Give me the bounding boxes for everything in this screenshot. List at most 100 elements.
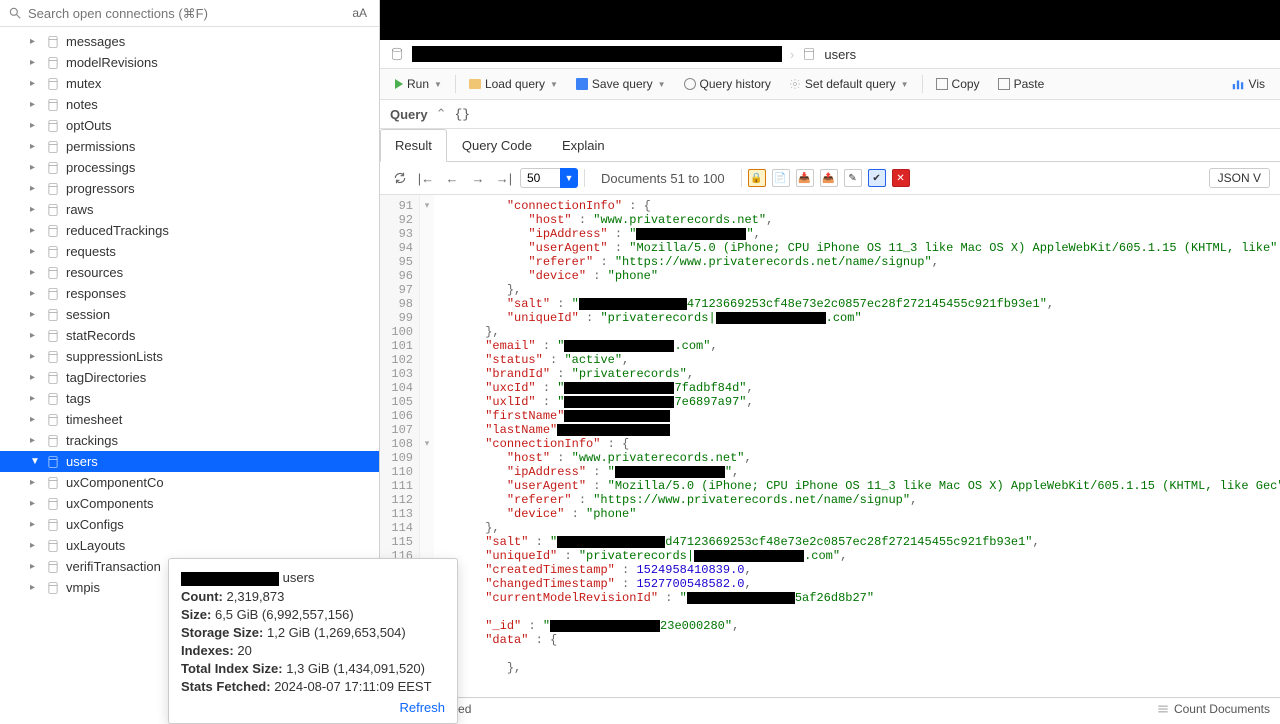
refresh-button[interactable]: [390, 168, 410, 188]
sidebar-item-session[interactable]: ▸session: [0, 304, 379, 325]
sidebar-item-responses[interactable]: ▸responses: [0, 283, 379, 304]
view-mode-button[interactable]: JSON V: [1209, 168, 1270, 188]
sidebar-item-modelRevisions[interactable]: ▸modelRevisions: [0, 52, 379, 73]
sidebar-item-label: permissions: [66, 139, 135, 154]
page-size-selector[interactable]: ▼: [520, 168, 578, 188]
lock-icon[interactable]: 🔒: [748, 169, 766, 187]
chevron-right-icon: ▸: [30, 561, 40, 572]
code-content[interactable]: "connectionInfo" : { "host" : "www.priva…: [434, 195, 1280, 697]
sidebar-item-timesheet[interactable]: ▸timesheet: [0, 409, 379, 430]
run-button[interactable]: Run▼: [388, 73, 449, 95]
sidebar-item-label: progressors: [66, 181, 135, 196]
sidebar-item-suppressionLists[interactable]: ▸suppressionLists: [0, 346, 379, 367]
prev-page-button[interactable]: ←: [442, 168, 462, 188]
paste-button[interactable]: Paste: [991, 73, 1052, 95]
sidebar-item-requests[interactable]: ▸requests: [0, 241, 379, 262]
collection-icon: [46, 560, 60, 574]
collection-icon: [46, 350, 60, 364]
sidebar-item-permissions[interactable]: ▸permissions: [0, 136, 379, 157]
sidebar-item-processings[interactable]: ▸processings: [0, 157, 379, 178]
sidebar-item-messages[interactable]: ▸messages: [0, 31, 379, 52]
history-icon: [684, 78, 696, 90]
chevron-right-icon: ▸: [30, 99, 40, 110]
chevron-right-icon: ▸: [30, 372, 40, 383]
chevron-right-icon: ▸: [30, 183, 40, 194]
load-query-button[interactable]: Load query▼: [462, 73, 565, 95]
chevron-down-icon[interactable]: ▼: [560, 168, 578, 188]
copy-icon: [936, 78, 948, 90]
sidebar-item-uxConfigs[interactable]: ▸uxConfigs: [0, 514, 379, 535]
json-editor[interactable]: 9192939495969798991001011021031041051061…: [380, 195, 1280, 697]
copy-button[interactable]: Copy: [929, 73, 987, 95]
doc-delete-icon[interactable]: ✕: [892, 169, 910, 187]
sidebar-item-reducedTrackings[interactable]: ▸reducedTrackings: [0, 220, 379, 241]
gear-icon: [789, 78, 801, 90]
text-size-icon[interactable]: aA: [348, 4, 371, 22]
chevron-up-icon[interactable]: ⌃: [436, 106, 447, 122]
sidebar-item-tags[interactable]: ▸tags: [0, 388, 379, 409]
sidebar-item-users[interactable]: ▼ users: [0, 451, 379, 472]
collection-icon: [46, 56, 60, 70]
sidebar-item-mutex[interactable]: ▸mutex: [0, 73, 379, 94]
doc-check-icon[interactable]: ✔: [868, 169, 886, 187]
sidebar-item-label: optOuts: [66, 118, 112, 133]
collection-icon: [46, 539, 60, 553]
query-body[interactable]: {}: [454, 107, 470, 122]
sidebar-item-uxComponentCo[interactable]: ▸uxComponentCo: [0, 472, 379, 493]
next-page-button[interactable]: →: [468, 168, 488, 188]
refresh-stats-link[interactable]: Refresh: [181, 700, 445, 715]
search-input[interactable]: [28, 6, 342, 21]
sidebar-item-label: reducedTrackings: [66, 223, 169, 238]
tab-query-code[interactable]: Query Code: [447, 129, 547, 161]
first-page-button[interactable]: |←: [416, 168, 436, 188]
sidebar-item-tagDirectories[interactable]: ▸tagDirectories: [0, 367, 379, 388]
sidebar-item-progressors[interactable]: ▸ progressors: [0, 178, 379, 199]
sidebar-item-label: session: [66, 307, 110, 322]
collection-icon: [46, 308, 60, 322]
sidebar-item-trackings[interactable]: ▸trackings: [0, 430, 379, 451]
last-page-button[interactable]: →|: [494, 168, 514, 188]
chevron-right-icon: ▸: [30, 540, 40, 551]
tab-result[interactable]: Result: [380, 129, 447, 162]
chevron-right-icon: ▼: [30, 456, 40, 467]
collection-icon: [46, 266, 60, 280]
chevron-right-icon: ▸: [30, 330, 40, 341]
sidebar-item-label: resources: [66, 265, 123, 280]
collection-icon: [46, 119, 60, 133]
set-default-query-button[interactable]: Set default query▼: [782, 73, 916, 95]
page-size-input[interactable]: [520, 168, 560, 188]
chevron-right-icon: ▸: [30, 393, 40, 404]
doc-export-icon[interactable]: 📤: [820, 169, 838, 187]
refresh-icon: [393, 171, 407, 185]
result-toolbar: |← ← → →| ▼ Documents 51 to 100 🔒 📄 📥 📤 …: [380, 162, 1280, 195]
chevron-right-icon: ▸: [30, 498, 40, 509]
sidebar-item-label: timesheet: [66, 412, 122, 427]
chevron-right-icon: ▸: [30, 204, 40, 215]
collection-icon: [46, 455, 60, 469]
count-documents-button[interactable]: Count Documents: [1156, 702, 1270, 716]
chevron-right-icon: ▸: [30, 477, 40, 488]
sidebar-item-uxComponents[interactable]: ▸uxComponents: [0, 493, 379, 514]
sidebar-item-statRecords[interactable]: ▸statRecords: [0, 325, 379, 346]
collection-icon: [46, 413, 60, 427]
collection-icon: [46, 497, 60, 511]
query-history-button[interactable]: Query history: [677, 73, 778, 95]
tab-explain[interactable]: Explain: [547, 129, 620, 161]
sidebar-item-label: users: [66, 454, 98, 469]
sidebar-item-raws[interactable]: ▸raws: [0, 199, 379, 220]
collection-icon: [46, 98, 60, 112]
doc-import-icon[interactable]: 📥: [796, 169, 814, 187]
sidebar-item-optOuts[interactable]: ▸ optOuts: [0, 115, 379, 136]
sidebar-item-label: responses: [66, 286, 126, 301]
query-label: Query: [390, 107, 428, 122]
sidebar-item-notes[interactable]: ▸notes: [0, 94, 379, 115]
sidebar-item-resources[interactable]: ▸resources: [0, 262, 379, 283]
collection-icon: [46, 581, 60, 595]
save-query-button[interactable]: Save query▼: [569, 73, 673, 95]
sidebar-item-uxLayouts[interactable]: ▸uxLayouts: [0, 535, 379, 556]
breadcrumb-collection[interactable]: users: [824, 47, 856, 62]
doc-add-icon[interactable]: 📄: [772, 169, 790, 187]
visual-button[interactable]: Vis: [1224, 73, 1272, 95]
doc-edit-icon[interactable]: ✎: [844, 169, 862, 187]
chevron-right-icon: ▸: [30, 120, 40, 131]
